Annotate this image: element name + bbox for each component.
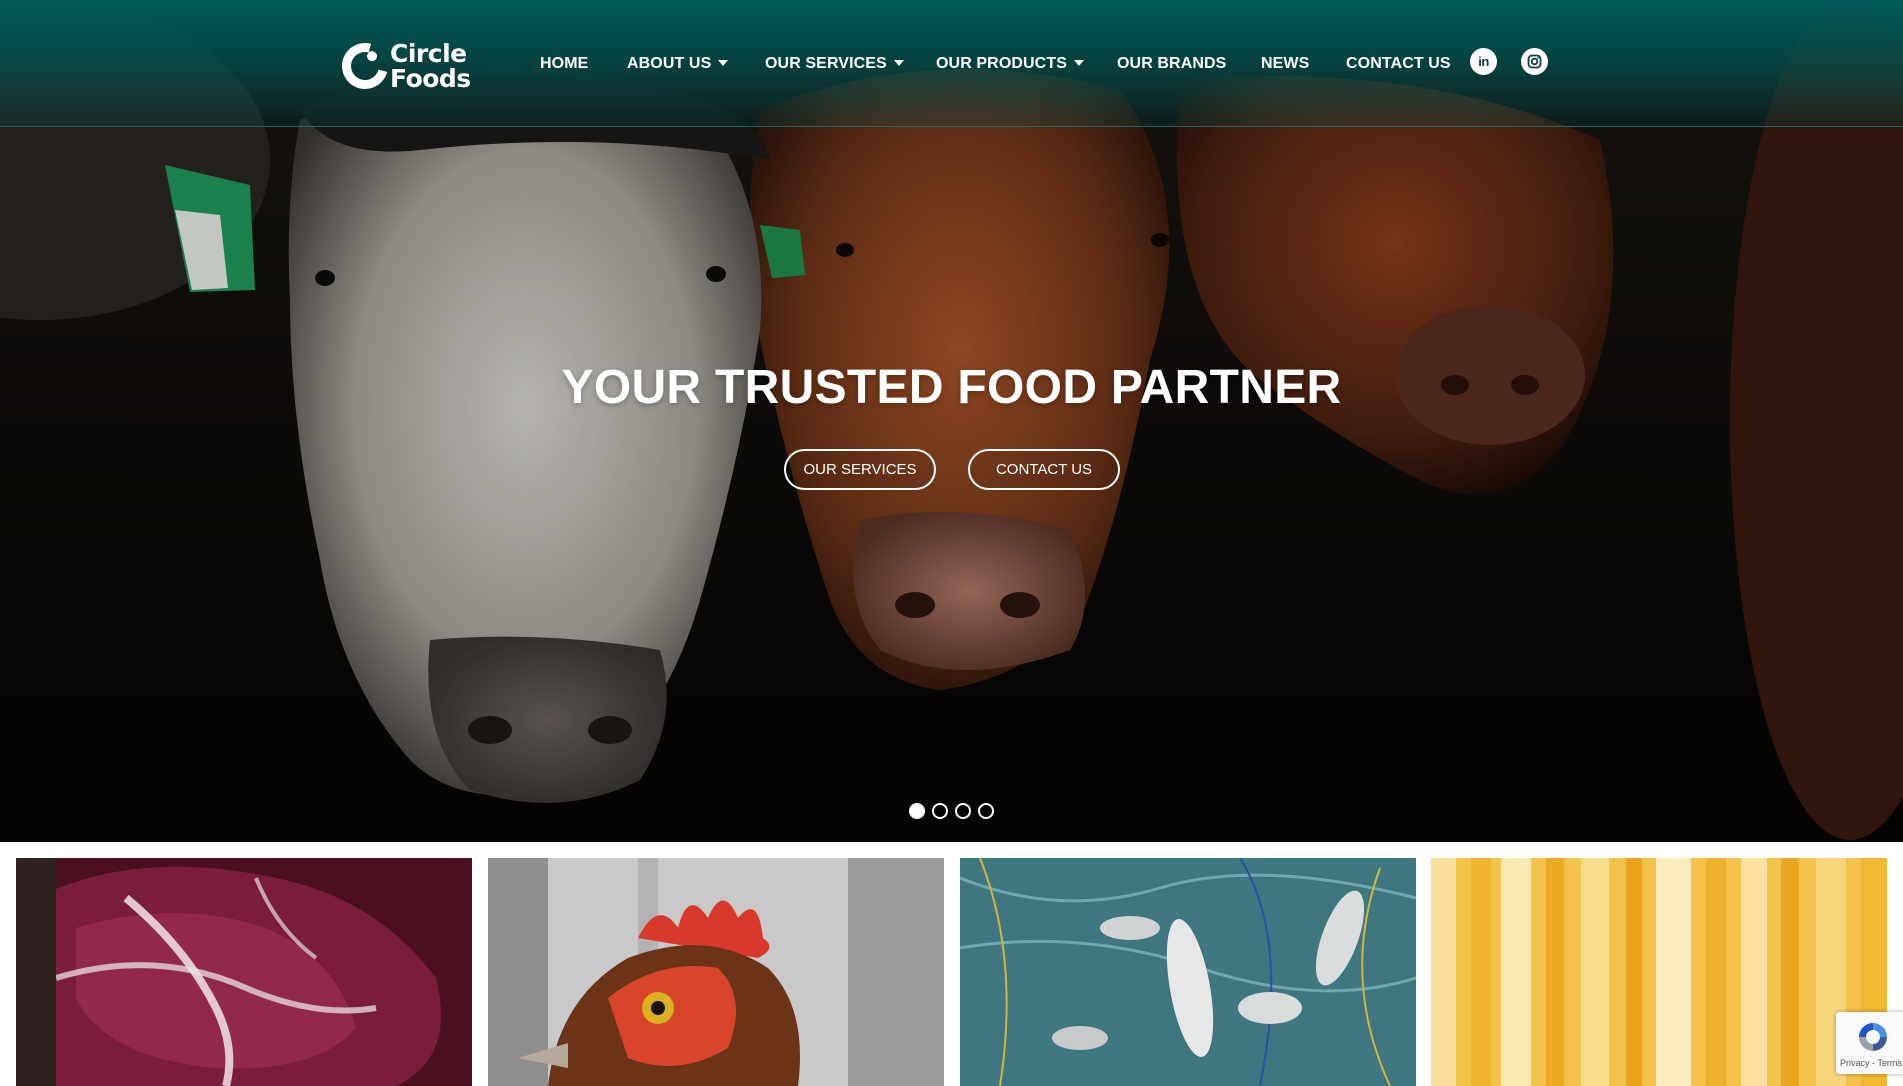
hero-slider: Circle Foods HOME ABOUT US OUR SERVICES … xyxy=(0,0,1903,842)
slide-dot-4[interactable] xyxy=(978,803,994,819)
nav-item-label: OUR PRODUCTS xyxy=(936,55,1067,72)
chicken-image xyxy=(488,858,944,1086)
nav-item-news[interactable]: NEWS xyxy=(1261,52,1309,76)
slide-dot-1[interactable] xyxy=(909,803,925,819)
nav-item-our-products[interactable]: OUR PRODUCTS xyxy=(936,52,1084,76)
recaptcha-badge[interactable]: Privacy - Terms xyxy=(1836,1012,1903,1074)
nav-item-label: HOME xyxy=(540,55,589,72)
recaptcha-links[interactable]: Privacy - Terms xyxy=(1840,1058,1902,1068)
slide-dot-2[interactable] xyxy=(932,803,948,819)
site-header: Circle Foods HOME ABOUT US OUR SERVICES … xyxy=(0,0,1903,127)
nav-item-our-brands[interactable]: OUR BRANDS xyxy=(1117,52,1226,76)
nav-item-contact-us[interactable]: CONTACT US xyxy=(1346,52,1451,76)
seafood-category-card[interactable] xyxy=(960,858,1416,1086)
nav-item-label: OUR BRANDS xyxy=(1117,55,1227,72)
nav-item-label: NEWS xyxy=(1261,55,1310,72)
nav-item-label: OUR SERVICES xyxy=(765,55,887,72)
pasta-image xyxy=(1431,858,1887,1086)
our-services-button[interactable]: OUR SERVICES xyxy=(784,449,936,490)
chevron-down-icon xyxy=(718,60,729,66)
linkedin-link[interactable]: in xyxy=(1470,48,1497,75)
circle-logo-icon xyxy=(333,34,397,98)
beef-steak-image xyxy=(16,858,472,1086)
nav-item-home[interactable]: HOME xyxy=(540,52,588,76)
circle-foods-logo[interactable]: Circle Foods xyxy=(333,34,482,98)
recaptcha-icon xyxy=(1859,1023,1887,1051)
nav-item-about-us[interactable]: ABOUT US xyxy=(627,52,729,76)
slider-pagination xyxy=(909,803,1001,819)
nav-item-label: CONTACT US xyxy=(1346,55,1451,72)
chevron-down-icon xyxy=(1073,60,1084,66)
hero-title: YOUR TRUSTED FOOD PARTNER xyxy=(561,361,1342,414)
nav-item-our-services[interactable]: OUR SERVICES xyxy=(765,52,904,76)
instagram-icon xyxy=(1527,54,1542,69)
beef-category-card[interactable] xyxy=(16,858,472,1086)
fish-net-image xyxy=(960,858,1416,1086)
instagram-link[interactable] xyxy=(1521,48,1548,75)
logo-line-1: Circle xyxy=(390,39,467,68)
poultry-category-card[interactable] xyxy=(488,858,944,1086)
logo-wordmark: Circle Foods xyxy=(390,41,471,91)
nav-item-label: ABOUT US xyxy=(627,55,712,72)
slide-dot-3[interactable] xyxy=(955,803,971,819)
linkedin-icon: in xyxy=(1478,54,1489,69)
logo-line-2: Foods xyxy=(390,64,471,93)
contact-us-button[interactable]: CONTACT US xyxy=(968,449,1120,490)
chevron-down-icon xyxy=(893,60,904,66)
pasta-category-card[interactable] xyxy=(1431,858,1887,1086)
